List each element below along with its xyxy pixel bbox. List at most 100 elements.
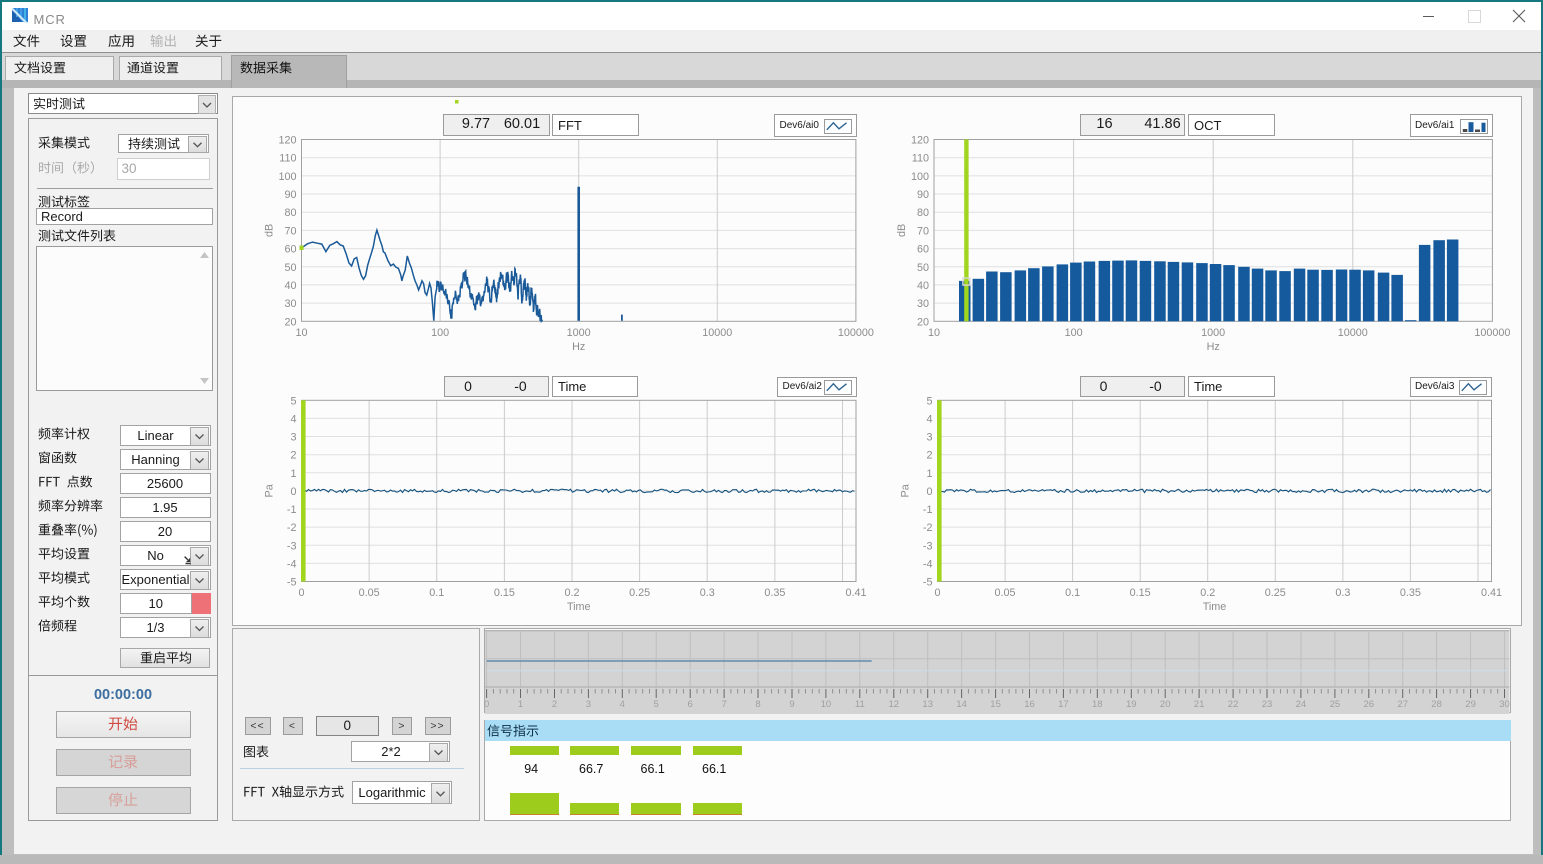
svg-text:5: 5 [290,395,296,407]
svg-text:-3: -3 [923,540,933,552]
svg-text:Time: Time [1203,601,1227,613]
svg-text:30: 30 [284,298,296,310]
svg-text:2: 2 [926,450,932,462]
svg-text:5: 5 [654,699,659,710]
svg-text:Pa: Pa [900,484,912,497]
svg-text:0.35: 0.35 [1400,587,1421,599]
svg-text:100: 100 [278,171,296,183]
svg-text:3: 3 [926,432,932,444]
svg-text:16: 16 [1024,699,1035,710]
svg-text:0.15: 0.15 [1130,587,1151,599]
svg-text:90: 90 [284,189,296,201]
svg-text:0.15: 0.15 [494,587,515,599]
svg-text:2: 2 [290,450,296,462]
svg-text:1: 1 [290,468,296,480]
svg-text:Hz: Hz [572,341,585,353]
svg-text:22: 22 [1228,699,1239,710]
svg-text:4: 4 [926,413,932,425]
svg-text:2: 2 [552,699,557,710]
svg-text:0.2: 0.2 [1200,587,1215,599]
svg-text:8: 8 [755,699,760,710]
svg-text:0.41: 0.41 [1481,587,1502,599]
svg-text:1: 1 [926,468,932,480]
svg-text:1000: 1000 [567,327,591,339]
svg-text:-4: -4 [923,558,933,570]
svg-text:4: 4 [620,699,625,710]
svg-text:19: 19 [1126,699,1137,710]
svg-text:120: 120 [911,135,929,147]
svg-text:27: 27 [1397,699,1408,710]
svg-text:Time: Time [567,601,591,613]
svg-text:7: 7 [721,699,726,710]
svg-text:3: 3 [586,699,591,710]
svg-text:0: 0 [926,486,932,498]
svg-text:0.05: 0.05 [359,587,380,599]
svg-text:29: 29 [1465,699,1476,710]
svg-text:40: 40 [917,280,929,292]
svg-text:90: 90 [917,189,929,201]
svg-text:-1: -1 [923,504,933,516]
svg-text:100: 100 [1065,327,1083,339]
svg-text:17: 17 [1058,699,1069,710]
svg-text:0.1: 0.1 [429,587,444,599]
svg-text:1: 1 [518,699,523,710]
svg-text:6: 6 [688,699,693,710]
svg-text:10: 10 [295,327,307,339]
svg-text:9: 9 [789,699,794,710]
svg-text:dB: dB [896,224,908,237]
svg-text:-2: -2 [287,522,297,534]
svg-text:0: 0 [934,587,940,599]
svg-text:0.25: 0.25 [629,587,650,599]
svg-text:13: 13 [922,699,933,710]
svg-text:0: 0 [298,587,304,599]
svg-text:10000: 10000 [702,327,732,339]
svg-text:0.3: 0.3 [1335,587,1350,599]
svg-text:10: 10 [821,699,832,710]
svg-text:70: 70 [917,225,929,237]
svg-text:28: 28 [1431,699,1442,710]
svg-text:-3: -3 [287,540,297,552]
svg-text:0: 0 [290,486,296,498]
svg-text:0.2: 0.2 [564,587,579,599]
svg-text:24: 24 [1296,699,1307,710]
svg-text:-4: -4 [287,558,297,570]
svg-text:Pa: Pa [264,484,276,497]
svg-text:60: 60 [917,244,929,256]
svg-text:4: 4 [290,413,296,425]
svg-text:30: 30 [1499,699,1510,710]
svg-text:110: 110 [912,153,929,165]
svg-text:100: 100 [431,327,449,339]
svg-text:40: 40 [284,280,296,292]
svg-text:dB: dB [264,224,276,237]
svg-text:120: 120 [278,135,296,147]
svg-text:0: 0 [484,699,489,710]
svg-text:5: 5 [926,395,932,407]
svg-text:100000: 100000 [1474,327,1510,339]
svg-text:0.41: 0.41 [845,587,866,599]
svg-text:30: 30 [917,298,929,310]
svg-text:0.05: 0.05 [995,587,1016,599]
svg-text:-5: -5 [287,577,297,589]
svg-text:100: 100 [911,171,929,183]
svg-text:21: 21 [1194,699,1205,710]
svg-text:15: 15 [990,699,1001,710]
svg-text:18: 18 [1092,699,1103,710]
svg-text:80: 80 [284,207,296,219]
svg-text:20: 20 [1160,699,1171,710]
svg-text:26: 26 [1364,699,1375,710]
svg-text:11: 11 [855,699,865,710]
svg-text:80: 80 [917,207,929,219]
svg-text:0.3: 0.3 [700,587,715,599]
svg-text:10: 10 [928,327,940,339]
svg-text:25: 25 [1330,699,1341,710]
svg-text:0.1: 0.1 [1065,587,1080,599]
svg-text:-5: -5 [923,577,933,589]
svg-text:1000: 1000 [1201,327,1225,339]
svg-text:60: 60 [284,244,296,256]
svg-text:50: 50 [917,262,929,274]
svg-text:0.25: 0.25 [1265,587,1286,599]
svg-text:0.35: 0.35 [764,587,785,599]
svg-text:10000: 10000 [1338,327,1368,339]
svg-text:-2: -2 [923,522,933,534]
svg-text:110: 110 [279,153,296,165]
